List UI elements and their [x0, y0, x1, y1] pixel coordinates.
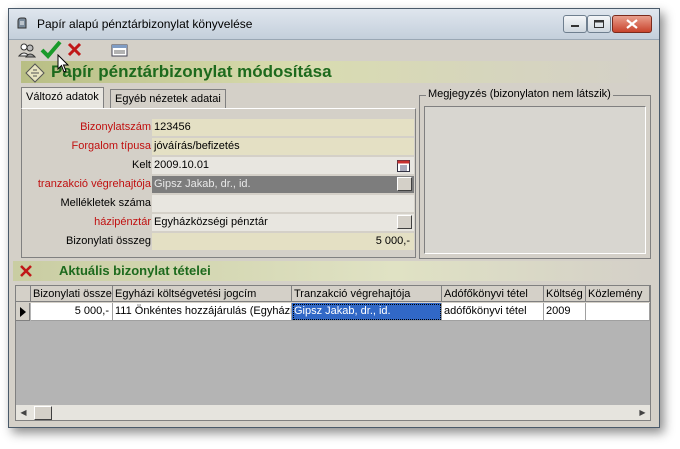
- cell-vegrehajto[interactable]: Gipsz Jakab, dr., id.: [292, 303, 442, 321]
- mellekletek-label: Mellékletek száma: [60, 197, 151, 209]
- minimize-icon: [571, 25, 579, 27]
- form-panel: Bizonylatszám 123456 Forgalom típusa jóv…: [21, 108, 416, 258]
- calendar-icon[interactable]: [397, 159, 410, 172]
- cell-kozlemeny[interactable]: [586, 303, 650, 321]
- app-icon: [17, 17, 27, 29]
- page-title: Papír pénztárbizonylat módosítása: [51, 62, 332, 81]
- people-icon: [17, 43, 37, 58]
- vegrehajto-field[interactable]: Gipsz Jakab, dr., id.: [152, 176, 414, 193]
- cell-koltseg[interactable]: 2009: [544, 303, 586, 321]
- current-row-arrow-icon: [20, 307, 26, 317]
- kelt-label: Kelt: [132, 159, 151, 171]
- form-row-hazipenztar: házipénztár Egyházközségi pénztár: [22, 214, 415, 232]
- window-close-button[interactable]: [612, 15, 652, 33]
- items-section-header: Aktuális bizonylat tételei: [13, 261, 649, 281]
- column-header[interactable]: Költség: [544, 286, 586, 302]
- grid-header: Bizonylati összeg Egyházi költségvetési …: [16, 286, 650, 303]
- tab-valtozo-adatok[interactable]: Változó adatok: [21, 87, 104, 108]
- list-view-button[interactable]: [110, 40, 130, 60]
- section-title: Aktuális bizonylat tételei: [59, 263, 211, 278]
- grid-corner: [16, 286, 31, 302]
- vegrehajto-label: tranzakció végrehajtója: [37, 178, 151, 190]
- window-title: Papír alapú pénztárbizonylat könyvelése: [37, 17, 253, 31]
- note-groupbox: Megjegyzés (bizonylaton nem látszik): [419, 88, 651, 259]
- cell-jogcim[interactable]: 111 Önkéntes hozzájárulás (Egyházi: [113, 303, 292, 321]
- hazipenztar-label: házipénztár: [94, 216, 151, 228]
- row-indicator: [16, 303, 30, 321]
- hazipenztar-picker-button[interactable]: [397, 215, 412, 229]
- people-button[interactable]: [17, 40, 37, 60]
- main-window: Papír alapú pénztárbizonylat könyvelése: [8, 8, 660, 428]
- scroll-right-icon[interactable]: ▶: [635, 405, 650, 420]
- column-header[interactable]: Adófőkönyvi tétel: [442, 286, 544, 302]
- column-header[interactable]: Egyházi költségvetési jogcím: [113, 286, 292, 302]
- form-row-osszeg: Bizonylati összeg 5 000,-: [22, 233, 415, 251]
- scroll-left-icon[interactable]: ◀: [16, 405, 31, 420]
- cell-adofokonyv[interactable]: adófőkönyvi tétel: [442, 303, 544, 321]
- kelt-field[interactable]: 2009.10.01: [152, 157, 414, 174]
- minimize-button[interactable]: [563, 15, 587, 33]
- bizonylatszam-field[interactable]: 123456: [152, 119, 414, 136]
- forgalom-label: Forgalom típusa: [71, 140, 151, 152]
- forgalom-field[interactable]: jóváírás/befizetés: [152, 138, 414, 155]
- column-header[interactable]: Tranzakció végrehajtója: [292, 286, 442, 302]
- hazipenztar-value: Egyházközségi pénztár: [154, 216, 268, 228]
- items-grid: Bizonylati összeg Egyházi költségvetési …: [15, 285, 651, 421]
- banner: Papír pénztárbizonylat módosítása: [21, 61, 647, 83]
- mellekletek-field[interactable]: [152, 195, 414, 212]
- form-row-mellekletek: Mellékletek száma: [22, 195, 415, 213]
- toolbar: [9, 39, 659, 61]
- close-icon: [626, 19, 638, 29]
- cell-osszeg[interactable]: 5 000,-: [31, 303, 113, 321]
- vegrehajto-value: Gipsz Jakab, dr., id.: [154, 178, 251, 190]
- form-row-bizonylatszam: Bizonylatszám 123456: [22, 119, 415, 137]
- vegrehajto-picker-button[interactable]: [397, 177, 412, 191]
- form-row-kelt: Kelt 2009.10.01: [22, 157, 415, 175]
- list-icon: [111, 44, 128, 57]
- note-legend: Megjegyzés (bizonylaton nem látszik): [426, 88, 613, 100]
- column-header[interactable]: Bizonylati összeg: [31, 286, 113, 302]
- scroll-thumb[interactable]: [34, 406, 52, 420]
- osszeg-field[interactable]: 5 000,-: [152, 233, 414, 250]
- document-edit-icon: [25, 63, 45, 83]
- column-header[interactable]: Közlemény: [586, 286, 650, 302]
- table-row[interactable]: 5 000,- 111 Önkéntes hozzájárulás (Egyhá…: [31, 303, 650, 321]
- delete-item-icon[interactable]: [19, 264, 33, 278]
- horizontal-scrollbar[interactable]: ◀ ▶: [16, 405, 650, 420]
- tab-egyeb-nezetek[interactable]: Egyéb nézetek adatai: [110, 89, 226, 108]
- form-row-vegrehajto: tranzakció végrehajtója Gipsz Jakab, dr.…: [22, 176, 415, 194]
- title-bar: Papír alapú pénztárbizonylat könyvelése: [9, 9, 659, 40]
- maximize-button[interactable]: [587, 15, 611, 33]
- maximize-icon: [594, 20, 604, 28]
- osszeg-label: Bizonylati összeg: [66, 235, 151, 247]
- bizonylatszam-label: Bizonylatszám: [80, 121, 151, 133]
- mouse-cursor-icon: [57, 54, 70, 73]
- kelt-value: 2009.10.01: [154, 159, 210, 171]
- form-row-forgalom: Forgalom típusa jóváírás/befizetés: [22, 138, 415, 156]
- hazipenztar-field[interactable]: Egyházközségi pénztár: [152, 214, 414, 231]
- note-textarea[interactable]: [424, 106, 646, 254]
